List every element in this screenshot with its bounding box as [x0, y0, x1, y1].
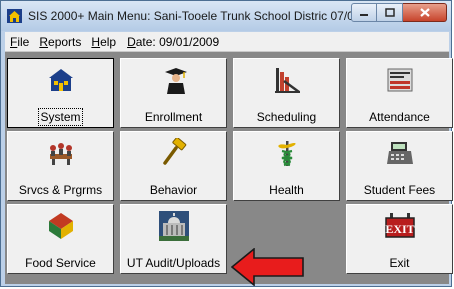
tile-label: Attendance: [369, 110, 430, 124]
exit-sign-icon: EXIT: [385, 213, 415, 238]
food-tray-icon: [49, 213, 73, 239]
tile-scheduling[interactable]: Scheduling: [233, 58, 340, 128]
tile-label: UT Audit/Uploads: [126, 256, 221, 270]
tile-label: Food Service: [25, 256, 96, 270]
people-group-icon: [50, 143, 72, 165]
window-title: SIS 2000+ Main Menu: Sani-Tooele Trunk S…: [28, 9, 361, 23]
tile-label: Scheduling: [256, 110, 317, 124]
menu-bar: File Reports Help Date: 09/01/2009: [5, 32, 449, 52]
title-bar[interactable]: SIS 2000+ Main Menu: Sani-Tooele Trunk S…: [1, 1, 451, 31]
gavel-icon: [163, 138, 187, 165]
tile-ut-audit-uploads[interactable]: UT Audit/Uploads: [120, 204, 227, 274]
menu-tile-grid: System Enrollment Scheduling Attendance …: [5, 52, 453, 284]
menu-file[interactable]: File: [5, 35, 34, 49]
tile-behavior[interactable]: Behavior: [120, 131, 227, 201]
tile-label: System: [38, 108, 83, 126]
cash-register-icon: [387, 142, 413, 164]
tile-services-programs[interactable]: Srvcs & Prgrms: [7, 131, 114, 201]
calendar-chart-icon: [275, 68, 300, 94]
tile-food-service[interactable]: Food Service: [7, 204, 114, 274]
tile-health[interactable]: Health: [233, 131, 340, 201]
minimize-icon: [360, 13, 368, 16]
svg-text:EXIT: EXIT: [385, 222, 414, 236]
tile-attendance[interactable]: Attendance: [346, 58, 453, 128]
close-icon: [419, 8, 430, 17]
attendance-card-icon: [387, 68, 413, 92]
main-menu-window: SIS 2000+ Main Menu: Sani-Tooele Trunk S…: [0, 0, 453, 287]
tile-label: Srvcs & Prgrms: [18, 183, 103, 197]
maximize-button[interactable]: [377, 3, 403, 22]
menu-date[interactable]: Date: 09/01/2009: [121, 35, 224, 49]
caduceus-icon: [278, 141, 296, 167]
menu-help[interactable]: Help: [86, 35, 121, 49]
tile-label: Health: [269, 183, 304, 197]
schoolhouse-icon[interactable]: [7, 9, 22, 23]
menu-reports[interactable]: Reports: [34, 35, 86, 49]
graduate-icon: [165, 68, 187, 94]
tile-label: Enrollment: [144, 110, 203, 124]
tile-label: Behavior: [149, 183, 198, 197]
minimize-button[interactable]: [351, 3, 377, 22]
school-building-icon: [49, 69, 73, 91]
tile-enrollment[interactable]: Enrollment: [120, 58, 227, 128]
tile-label: Student Fees: [363, 183, 436, 197]
tile-label: Exit: [389, 256, 410, 270]
tile-student-fees[interactable]: Student Fees: [346, 131, 453, 201]
red-arrow-icon: [231, 248, 304, 286]
close-button[interactable]: [403, 3, 447, 22]
capitol-building-icon: [159, 211, 189, 241]
maximize-icon: [384, 8, 395, 17]
caption-buttons: [351, 3, 447, 23]
tile-system[interactable]: System: [7, 58, 114, 128]
tile-exit[interactable]: EXIT Exit: [346, 204, 453, 274]
